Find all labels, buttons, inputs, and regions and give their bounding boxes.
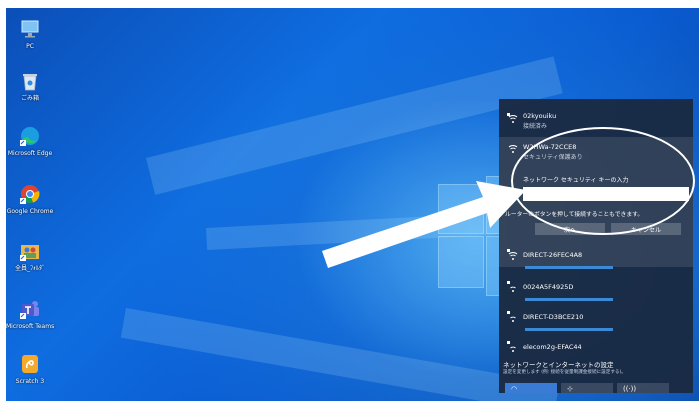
wifi-secured-icon — [507, 249, 518, 260]
network-settings-desc: 設定を変更します (例: 接続を従量制課金接続に設定する)。 — [503, 370, 626, 375]
mobile-hotspot-tile[interactable]: ((·)) — [617, 383, 669, 393]
network-item-connected[interactable]: 02kyouiku 接続済み — [499, 109, 693, 133]
teams-icon — [20, 301, 39, 319]
security-key-input[interactable] — [523, 187, 689, 201]
network-settings-title: ネットワークとインターネットの設定 — [503, 361, 614, 369]
mobile-hotspot-icon: ((·)) — [623, 385, 637, 393]
windows-logo-pane — [438, 184, 484, 234]
chrome-icon — [20, 185, 40, 204]
cancel-button[interactable]: キャンセル — [611, 223, 681, 235]
wifi-icon — [507, 113, 518, 123]
desktop-icon-shared-folder[interactable]: 全員_ﾌｫﾙﾀﾞ — [6, 240, 54, 273]
redaction-bar — [525, 298, 613, 301]
network-status: セキュリティ保護あり — [523, 154, 583, 161]
edge-icon — [20, 127, 39, 146]
desktop-icon-chrome[interactable]: Google Chrome — [6, 183, 54, 216]
wifi-toggle-tile[interactable]: ◠ — [505, 383, 557, 393]
windows-logo-pane — [438, 236, 484, 288]
next-button[interactable]: 次へ — [535, 223, 605, 235]
wifi-secured-icon — [507, 281, 516, 292]
desktop-icon-pc[interactable]: PC — [6, 18, 54, 51]
wallpaper-light-beam — [120, 308, 560, 401]
wifi-secured-icon — [508, 145, 518, 153]
router-hint-text: ルーターのボタンを押して接続することもできます。 — [505, 212, 644, 218]
wifi-network-panel: 02kyouiku 接続済み W2HWa-72CCE8 セキュリティ保護あり ネ… — [499, 99, 693, 393]
computer-icon — [21, 20, 39, 38]
network-item[interactable]: elecom2g-EFAC44 — [499, 339, 693, 357]
wifi-secured-icon — [507, 341, 516, 352]
scratch-icon — [22, 355, 38, 373]
security-key-label: ネットワーク セキュリティ キーの入力 — [523, 177, 629, 184]
wifi-secured-icon — [507, 311, 516, 322]
airplane-mode-tile[interactable]: ⊹ — [561, 383, 613, 393]
desktop-icon-edge[interactable]: Microsoft Edge — [6, 125, 54, 158]
network-icon: ⊹ — [567, 385, 573, 393]
wifi-icon: ◠ — [511, 385, 518, 393]
network-name: W2HWa-72CCE8 — [523, 143, 577, 151]
desktop-icon-scratch[interactable]: Scratch 3 — [6, 353, 54, 386]
recycle-bin-icon — [23, 74, 37, 91]
desktop-icon-teams[interactable]: Microsoft Teams — [6, 298, 54, 331]
desktop-icon-recycle-bin[interactable]: ごみ箱 — [6, 70, 54, 103]
redaction-bar — [525, 266, 613, 269]
redaction-bar — [525, 328, 613, 331]
people-folder-icon — [20, 245, 39, 261]
